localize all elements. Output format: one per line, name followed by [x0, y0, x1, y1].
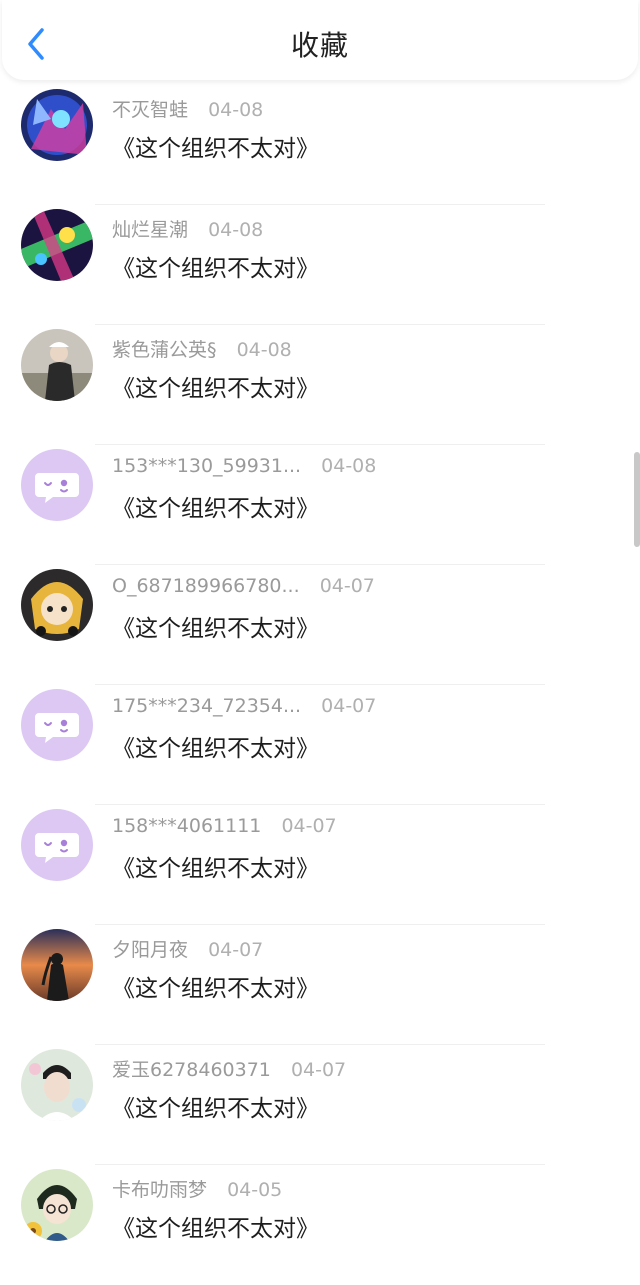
item-meta: 175***234_72354... 04-07	[112, 695, 376, 719]
user-name[interactable]: 175***234_72354...	[112, 695, 301, 717]
top-bar: 收藏	[2, 0, 638, 80]
item-date: 04-08	[208, 219, 264, 241]
item-title[interactable]: 《这个组织不太对》	[112, 849, 319, 883]
item-date: 04-08	[321, 455, 377, 477]
user-name[interactable]: 卡布叻雨梦	[112, 1179, 207, 1201]
list-item[interactable]: 灿烂星潮 04-08 《这个组织不太对》	[0, 205, 640, 325]
favorites-list: 不灭智蛙 04-08 《这个组织不太对》 灿烂星潮 04-08 《这个组织不太对…	[0, 85, 640, 1285]
item-meta: O_687189966780... 04-07	[112, 575, 375, 599]
default-chat-icon	[21, 689, 93, 761]
item-date: 04-05	[227, 1179, 283, 1201]
avatar[interactable]	[21, 89, 93, 161]
avatar[interactable]	[21, 929, 93, 1001]
item-title[interactable]: 《这个组织不太对》	[112, 129, 319, 163]
list-item[interactable]: 158***4061111 04-07 《这个组织不太对》	[0, 805, 640, 925]
user-name[interactable]: 153***130_59931...	[112, 455, 301, 477]
item-meta: 153***130_59931... 04-08	[112, 455, 376, 479]
list-item[interactable]: 175***234_72354... 04-07 《这个组织不太对》	[0, 685, 640, 805]
item-meta: 灿烂星潮 04-08	[112, 215, 264, 241]
item-meta: 158***4061111 04-07	[112, 815, 337, 839]
user-name[interactable]: 灿烂星潮	[112, 219, 188, 241]
item-title[interactable]: 《这个组织不太对》	[112, 249, 319, 283]
user-name[interactable]: 夕阳月夜	[112, 939, 188, 961]
list-item[interactable]: 夕阳月夜 04-07 《这个组织不太对》	[0, 925, 640, 1045]
avatar[interactable]	[21, 209, 93, 281]
avatar[interactable]	[21, 1169, 93, 1241]
user-name[interactable]: 爱玉6278460371	[112, 1059, 271, 1081]
item-title[interactable]: 《这个组织不太对》	[112, 729, 319, 763]
item-title[interactable]: 《这个组织不太对》	[112, 489, 319, 523]
item-date: 04-07	[290, 1059, 347, 1081]
item-title[interactable]: 《这个组织不太对》	[112, 609, 319, 643]
scrollbar-thumb[interactable]	[634, 452, 640, 547]
item-date: 04-07	[321, 695, 377, 717]
avatar[interactable]	[21, 809, 93, 881]
item-title[interactable]: 《这个组织不太对》	[112, 1209, 319, 1243]
page-title: 收藏	[290, 29, 349, 62]
avatar[interactable]	[21, 689, 93, 761]
avatar[interactable]	[21, 1049, 93, 1121]
avatar[interactable]	[21, 329, 93, 401]
user-name[interactable]: O_687189966780...	[112, 575, 300, 597]
item-date: 04-07	[319, 575, 375, 597]
user-name[interactable]: 紫色蒲公英§	[112, 339, 217, 361]
item-date: 04-07	[281, 815, 337, 837]
avatar[interactable]	[21, 449, 93, 521]
item-meta: 爱玉6278460371 04-07	[112, 1055, 347, 1081]
default-chat-icon	[21, 809, 93, 881]
list-item[interactable]: 紫色蒲公英§ 04-08 《这个组织不太对》	[0, 325, 640, 445]
avatar[interactable]	[21, 569, 93, 641]
default-chat-icon	[21, 449, 93, 521]
list-item[interactable]: 153***130_59931... 04-08 《这个组织不太对》	[0, 445, 640, 565]
item-meta: 夕阳月夜 04-07	[112, 935, 264, 961]
item-meta: 不灭智蛙 04-08	[112, 95, 264, 121]
item-date: 04-08	[208, 99, 264, 121]
list-item[interactable]: 卡布叻雨梦 04-05 《这个组织不太对》	[0, 1165, 640, 1285]
item-title[interactable]: 《这个组织不太对》	[112, 969, 319, 1003]
list-item[interactable]: O_687189966780... 04-07 《这个组织不太对》	[0, 565, 640, 685]
user-name[interactable]: 不灭智蛙	[112, 99, 188, 121]
item-meta: 卡布叻雨梦 04-05	[112, 1175, 283, 1201]
user-name[interactable]: 158***4061111	[112, 815, 261, 837]
list-item[interactable]: 爱玉6278460371 04-07 《这个组织不太对》	[0, 1045, 640, 1165]
list-item[interactable]: 不灭智蛙 04-08 《这个组织不太对》	[0, 85, 640, 205]
item-date: 04-08	[236, 339, 292, 361]
item-title[interactable]: 《这个组织不太对》	[112, 1089, 319, 1123]
item-date: 04-07	[208, 939, 264, 961]
item-title[interactable]: 《这个组织不太对》	[112, 369, 319, 403]
item-meta: 紫色蒲公英§ 04-08	[112, 335, 292, 361]
